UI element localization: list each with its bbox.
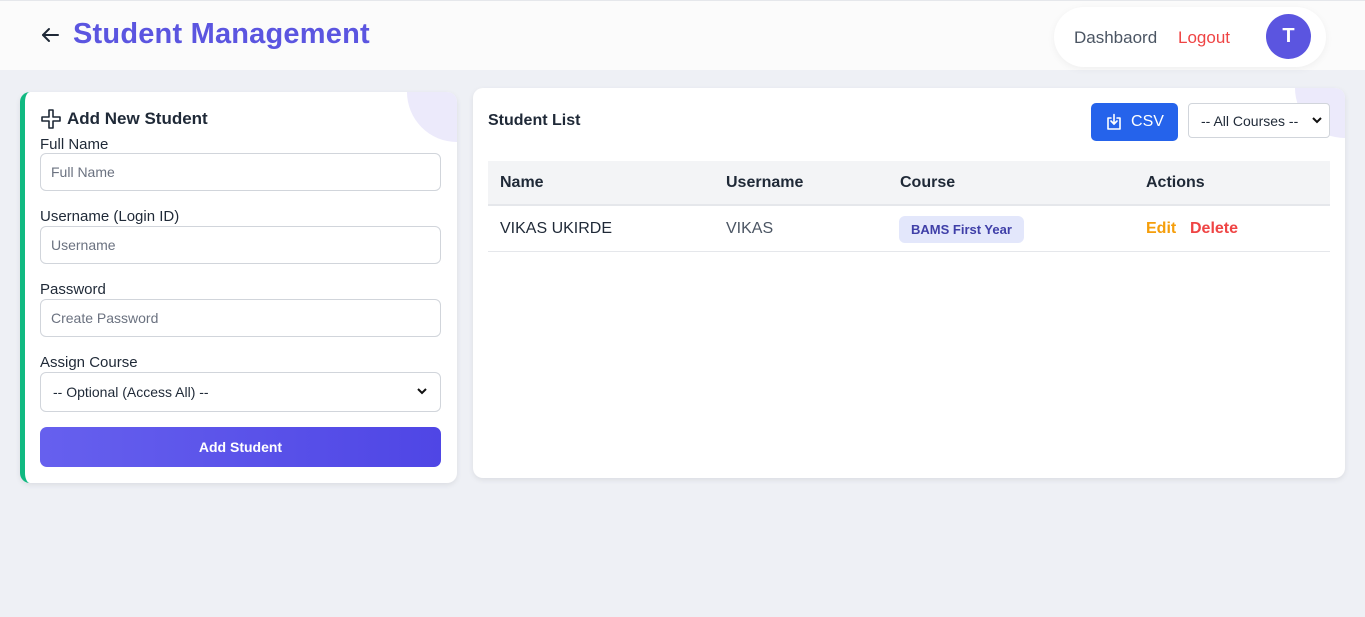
csv-export-button[interactable]: CSV bbox=[1091, 103, 1178, 141]
course-filter-select[interactable]: -- All Courses -- bbox=[1188, 103, 1330, 138]
chevron-down-icon bbox=[416, 384, 428, 400]
student-username: VIKAS bbox=[726, 220, 774, 237]
chevron-down-icon bbox=[1311, 113, 1323, 129]
add-student-title: Add New Student bbox=[67, 109, 208, 128]
password-label: Password bbox=[40, 281, 106, 298]
add-student-button[interactable]: Add Student bbox=[40, 427, 441, 467]
nav-pill: Dashbaord Logout T bbox=[1054, 7, 1326, 67]
column-header-name: Name bbox=[500, 174, 544, 191]
assign-course-label: Assign Course bbox=[40, 354, 138, 371]
add-student-title-row: Add New Student bbox=[41, 109, 208, 129]
column-header-course: Course bbox=[900, 174, 956, 191]
table-header: Name Username Course Actions bbox=[488, 161, 1330, 206]
download-icon bbox=[1107, 113, 1121, 130]
assign-course-selected: -- Optional (Access All) -- bbox=[53, 384, 209, 400]
course-badge: BAMS First Year bbox=[899, 216, 1024, 243]
delete-link[interactable]: Delete bbox=[1190, 220, 1238, 238]
username-input[interactable] bbox=[40, 226, 441, 264]
nav-dashboard-link[interactable]: Dashbaord bbox=[1074, 28, 1157, 48]
student-table: Name Username Course Actions VIKAS UKIRD… bbox=[488, 161, 1330, 252]
top-bar: Student Management Dashbaord Logout T bbox=[0, 0, 1365, 70]
back-arrow-icon[interactable] bbox=[38, 23, 62, 47]
password-input[interactable] bbox=[40, 299, 441, 337]
edit-link[interactable]: Edit bbox=[1146, 220, 1176, 238]
username-label: Username (Login ID) bbox=[40, 208, 180, 225]
plus-icon bbox=[41, 109, 61, 129]
decorative-circle bbox=[407, 92, 457, 142]
nav-logout-link[interactable]: Logout bbox=[1178, 28, 1230, 48]
full-name-input[interactable] bbox=[40, 153, 441, 191]
student-name: VIKAS UKIRDE bbox=[500, 220, 613, 237]
student-list-card: Student List CSV -- All Courses -- Name … bbox=[473, 88, 1345, 478]
column-header-actions: Actions bbox=[1146, 174, 1205, 191]
student-list-title: Student List bbox=[488, 112, 581, 129]
csv-label: CSV bbox=[1131, 113, 1164, 130]
user-avatar[interactable]: T bbox=[1266, 14, 1311, 59]
table-row: VIKAS UKIRDE VIKAS BAMS First Year Edit … bbox=[488, 206, 1330, 252]
assign-course-select[interactable]: -- Optional (Access All) -- bbox=[40, 372, 441, 412]
add-student-card: Add New Student Full Name Username (Logi… bbox=[20, 92, 457, 483]
page-title: Student Management bbox=[73, 18, 370, 50]
full-name-label: Full Name bbox=[40, 136, 109, 153]
course-filter-selected: -- All Courses -- bbox=[1201, 112, 1299, 129]
column-header-username: Username bbox=[726, 174, 804, 191]
